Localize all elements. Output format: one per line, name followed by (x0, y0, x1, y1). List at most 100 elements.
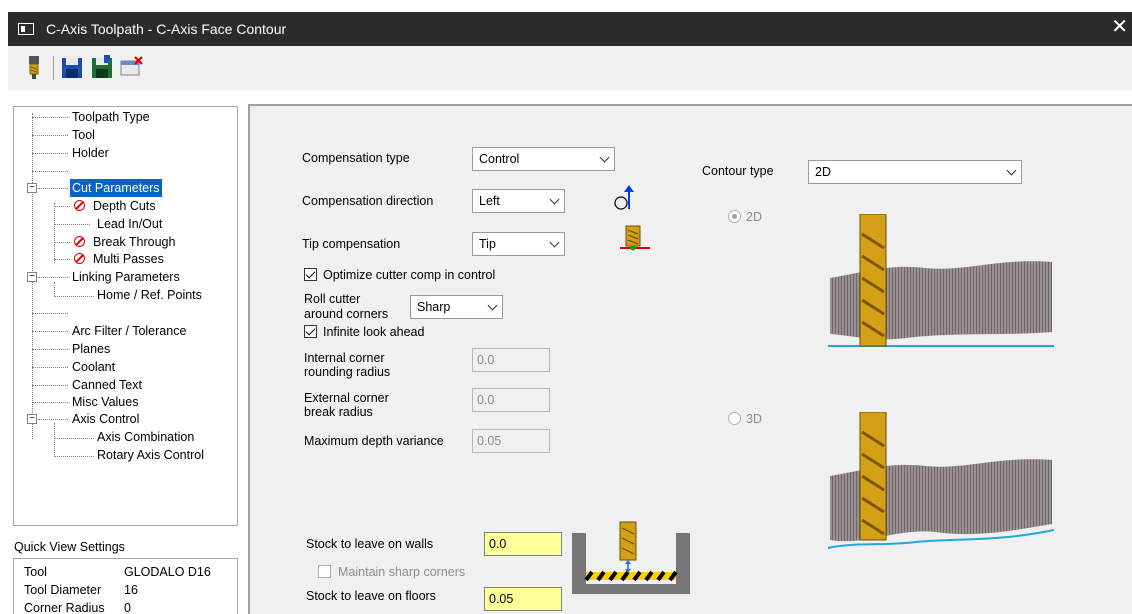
infinite-look-ahead-checkbox[interactable] (304, 325, 317, 338)
contour-type-value: 2D (815, 165, 831, 179)
compensation-direction-select[interactable]: Left (472, 189, 565, 213)
collapse-icon[interactable]: − (27, 272, 37, 282)
chevron-down-icon (1006, 165, 1017, 176)
tool-icon[interactable] (22, 55, 46, 81)
qv-key-corner-radius: Corner Radius (24, 601, 105, 614)
tree-item-rotary-axis-control[interactable]: Rotary Axis Control (97, 446, 204, 464)
radio-2d[interactable] (728, 210, 741, 223)
tree-connector (32, 313, 68, 314)
compensation-type-label: Compensation type (302, 151, 410, 165)
chevron-down-icon (549, 237, 560, 248)
collapse-icon[interactable]: − (27, 183, 37, 193)
tree-connector (32, 385, 68, 386)
tree-pane: − − − Toolpath Type Tool Holder Cut Para… (13, 106, 238, 526)
tree-connector (54, 282, 55, 296)
radio-3d[interactable] (728, 412, 741, 425)
tree-item-lead-in-out[interactable]: Lead In/Out (97, 215, 162, 233)
tree-connector (32, 117, 68, 118)
tree-item-depth-cuts[interactable]: Depth Cuts (74, 197, 156, 215)
tree-item-axis-control[interactable]: Axis Control (72, 410, 139, 428)
chevron-down-icon (549, 194, 560, 205)
radio-2d-label: 2D (746, 210, 762, 224)
tree-connector (54, 259, 70, 260)
cut-parameters-panel: Compensation type Control Compensation d… (248, 104, 1132, 614)
tree-item-tool[interactable]: Tool (72, 126, 95, 144)
max-depth-variance-field[interactable]: 0.05 (472, 429, 550, 453)
tip-compensation-value: Tip (479, 237, 496, 251)
contour-2d-illustration (828, 214, 1054, 347)
tree-item-canned-text[interactable]: Canned Text (72, 376, 142, 394)
radio-3d-label: 3D (746, 412, 762, 426)
tip-compensation-label: Tip compensation (302, 237, 401, 251)
tree-connector (38, 277, 68, 278)
qv-key-tool: Tool (24, 565, 47, 579)
tip-compensation-icon (620, 225, 650, 251)
contour-3d-illustration (827, 412, 1055, 549)
tree-connector (54, 203, 55, 263)
tree-item-arc-filter[interactable]: Arc Filter / Tolerance (72, 322, 186, 340)
tree-item-toolpath-type[interactable]: Toolpath Type (72, 108, 150, 126)
stock-walls-label: Stock to leave on walls (306, 537, 434, 551)
tree-item-axis-combination[interactable]: Axis Combination (97, 428, 194, 446)
save-as-icon[interactable] (90, 55, 114, 81)
cancel-icon[interactable] (120, 55, 144, 81)
chevron-down-icon (487, 300, 498, 311)
tree-item-label: Depth Cuts (93, 199, 156, 213)
external-corner-field[interactable]: 0.0 (472, 388, 550, 412)
comp-direction-icon (614, 185, 634, 210)
tree-item-break-through[interactable]: Break Through (74, 233, 175, 251)
quick-view-title: Quick View Settings (14, 540, 125, 554)
tree-connector (32, 367, 68, 368)
optimize-checkbox[interactable] (304, 268, 317, 281)
error-icon (74, 236, 85, 247)
tree-item-misc-values[interactable]: Misc Values (72, 393, 138, 411)
qv-value-corner-radius: 0 (124, 601, 131, 614)
tree-item-coolant[interactable]: Coolant (72, 358, 115, 376)
toolbar (8, 46, 1132, 90)
tree-connector (32, 153, 68, 154)
tree-connector (38, 188, 68, 189)
compensation-type-select[interactable]: Control (472, 147, 615, 171)
roll-cutter-value: Sharp (417, 300, 451, 314)
external-corner-label-1: External corner (304, 391, 389, 405)
stock-walls-field[interactable]: 0.0 (484, 532, 562, 556)
roll-cutter-label-2: around corners (304, 307, 389, 321)
tree-connector (54, 224, 90, 225)
tree-item-cut-parameters[interactable]: Cut Parameters (70, 179, 162, 197)
internal-corner-field[interactable]: 0.0 (472, 348, 550, 372)
tree-connector (54, 296, 94, 297)
toolbar-separator (53, 56, 54, 80)
tree-item-planes[interactable]: Planes (72, 340, 110, 358)
qv-value-tool-diameter: 16 (124, 583, 138, 597)
stock-floors-field[interactable]: 0.05 (484, 587, 562, 611)
collapse-icon[interactable]: − (27, 414, 37, 424)
external-corner-label-2: break radius (304, 405, 373, 419)
chevron-down-icon (599, 152, 610, 163)
tree-item-multi-passes[interactable]: Multi Passes (74, 250, 164, 268)
contour-type-select[interactable]: 2D (808, 160, 1022, 184)
compensation-direction-value: Left (479, 194, 500, 208)
compensation-direction-label: Compensation direction (302, 194, 434, 208)
roll-cutter-select[interactable]: Sharp (410, 295, 503, 319)
tree-item-home-ref-points[interactable]: Home / Ref. Points (97, 286, 202, 304)
optimize-label: Optimize cutter comp in control (323, 268, 496, 282)
tree-item-holder[interactable]: Holder (72, 144, 109, 162)
tree-connector (38, 419, 68, 420)
tree-connector (32, 402, 68, 403)
tree-connector (54, 206, 70, 207)
title-bar: C-Axis Toolpath - C-Axis Face Contour ✕ (8, 12, 1132, 46)
internal-corner-label-1: Internal corner (304, 351, 385, 365)
tree-item-linking-parameters[interactable]: Linking Parameters (72, 268, 180, 286)
internal-corner-label-2: rounding radius (304, 365, 391, 379)
save-icon[interactable] (60, 55, 84, 81)
tree-connector (32, 331, 68, 332)
tree-connector (32, 135, 68, 136)
close-icon[interactable]: ✕ (1111, 17, 1128, 37)
tree-connector (54, 423, 55, 457)
stock-illustration (572, 521, 690, 594)
tip-compensation-select[interactable]: Tip (472, 232, 565, 256)
tree-item-label: Multi Passes (93, 252, 164, 266)
maintain-sharp-checkbox[interactable] (318, 565, 331, 578)
tree-connector (32, 349, 68, 350)
infinite-look-ahead-label: Infinite look ahead (323, 325, 425, 339)
